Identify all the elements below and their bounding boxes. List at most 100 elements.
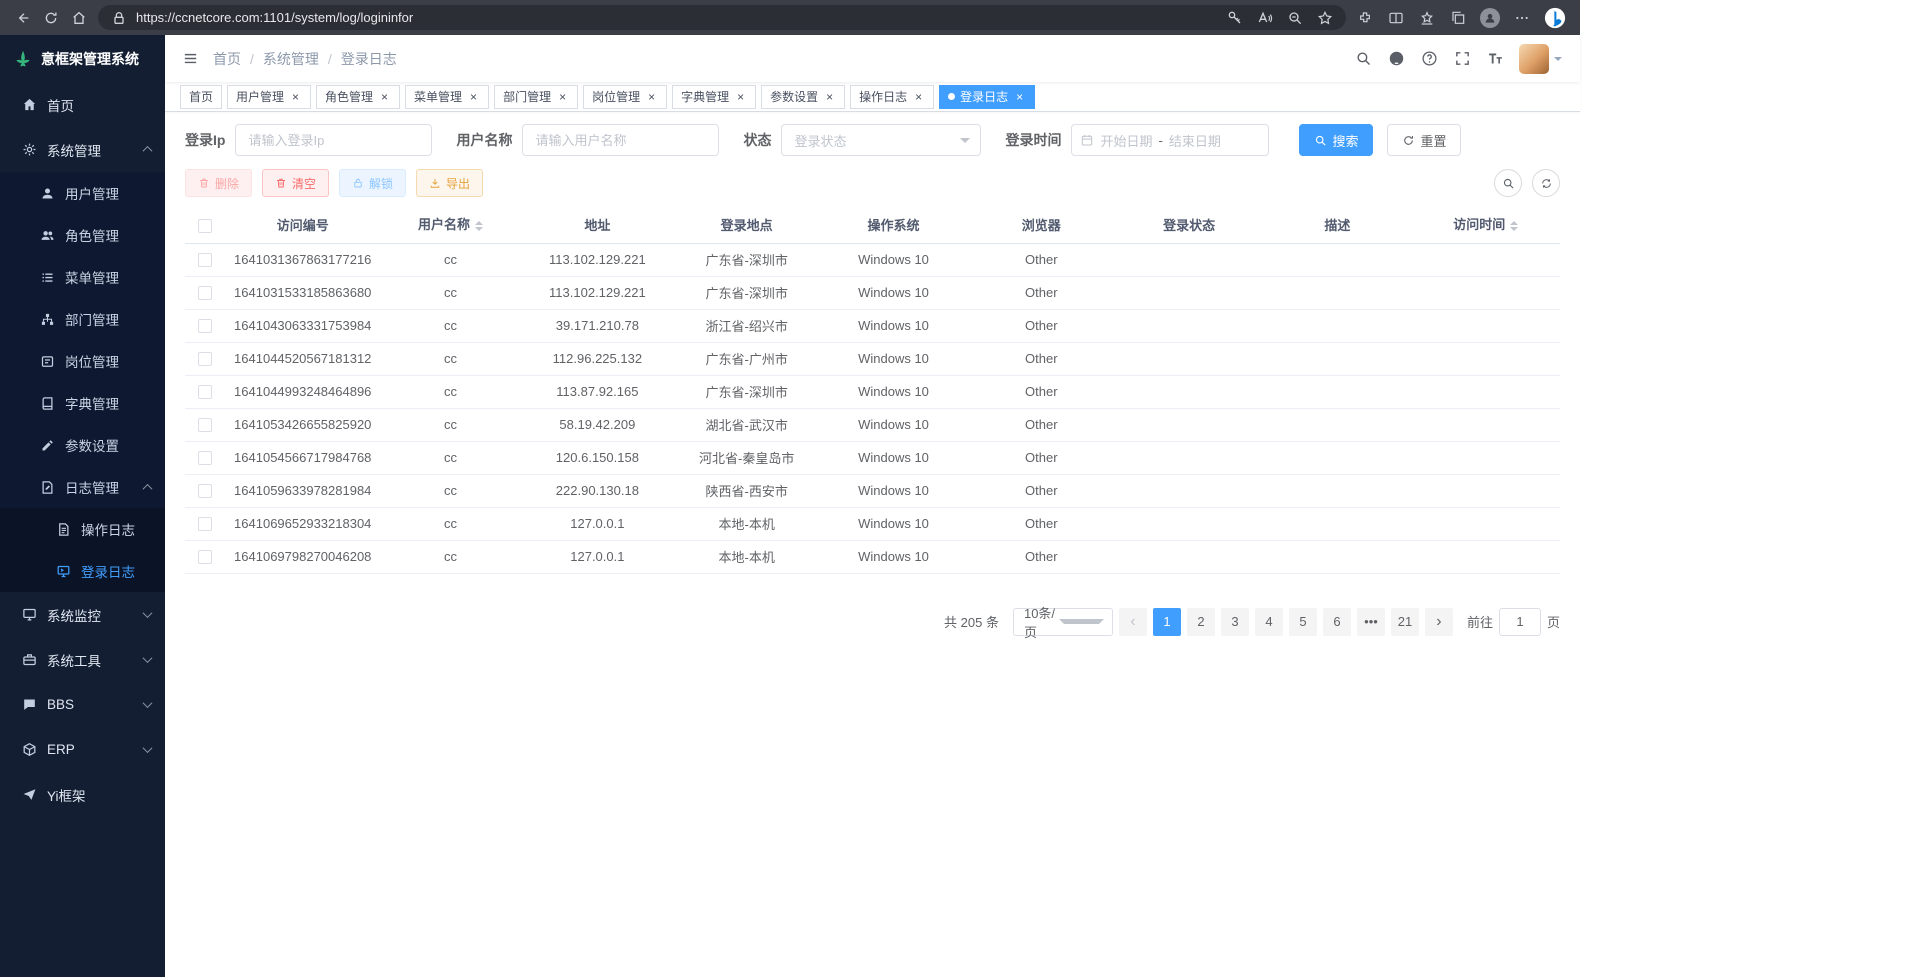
row-checkbox[interactable] bbox=[198, 418, 212, 432]
status-select[interactable]: 登录状态 bbox=[781, 124, 981, 156]
reset-button[interactable]: 重置 bbox=[1387, 124, 1461, 156]
refresh-table-button[interactable] bbox=[1532, 169, 1560, 197]
header-search-icon[interactable] bbox=[1354, 50, 1372, 68]
sidebar-item[interactable]: 系统工具 bbox=[0, 637, 165, 682]
row-checkbox[interactable] bbox=[198, 550, 212, 564]
row-checkbox[interactable] bbox=[198, 484, 212, 498]
favorites-bar-icon[interactable] bbox=[1418, 9, 1436, 27]
site-info-lock-icon[interactable] bbox=[110, 9, 128, 27]
browser-back-icon[interactable] bbox=[14, 9, 32, 27]
browser-profile-avatar[interactable] bbox=[1480, 8, 1500, 28]
username-input[interactable] bbox=[522, 124, 719, 156]
sidebar-item[interactable]: ERP bbox=[0, 727, 165, 772]
tab[interactable]: 岗位管理 bbox=[583, 85, 667, 109]
page-size-select[interactable]: 10条/页 bbox=[1013, 608, 1113, 636]
goto-page-input[interactable] bbox=[1499, 608, 1541, 636]
tab[interactable]: 参数设置 bbox=[761, 85, 845, 109]
help-question-icon[interactable] bbox=[1420, 50, 1438, 68]
user-avatar[interactable] bbox=[1519, 44, 1549, 74]
sidebar-item[interactable]: 字典管理 bbox=[0, 382, 165, 424]
page-number-button[interactable]: 6 bbox=[1323, 608, 1351, 636]
date-range-picker[interactable]: 开始日期 - 结束日期 bbox=[1071, 124, 1269, 156]
sidebar-item[interactable]: 参数设置 bbox=[0, 424, 165, 466]
tab[interactable]: 角色管理 bbox=[316, 85, 400, 109]
sidebar-item[interactable]: 角色管理 bbox=[0, 214, 165, 256]
github-icon[interactable] bbox=[1387, 50, 1405, 68]
tab-close-icon[interactable] bbox=[912, 90, 925, 103]
page-number-button[interactable]: 21 bbox=[1391, 608, 1419, 636]
password-key-icon[interactable] bbox=[1226, 9, 1244, 27]
breadcrumb-item[interactable]: 登录日志 bbox=[341, 49, 397, 69]
breadcrumb-item[interactable]: 首页 bbox=[213, 49, 263, 69]
sort-carets-icon[interactable] bbox=[475, 217, 483, 235]
tab-close-icon[interactable] bbox=[1013, 90, 1026, 103]
user-avatar-menu[interactable] bbox=[1519, 44, 1562, 74]
zoom-icon[interactable] bbox=[1286, 9, 1304, 27]
sidebar-item[interactable]: 岗位管理 bbox=[0, 340, 165, 382]
delete-button[interactable]: 删除 bbox=[185, 169, 252, 197]
page-number-button[interactable]: 3 bbox=[1221, 608, 1249, 636]
tab[interactable]: 首页 bbox=[180, 85, 222, 109]
row-checkbox[interactable] bbox=[198, 286, 212, 300]
tab-close-icon[interactable] bbox=[467, 90, 480, 103]
tab[interactable]: 用户管理 bbox=[227, 85, 311, 109]
select-all-checkbox[interactable] bbox=[198, 219, 212, 233]
row-checkbox[interactable] bbox=[198, 451, 212, 465]
app-logo[interactable]: 意框架管理系统 bbox=[0, 35, 165, 82]
breadcrumb-item[interactable]: 系统管理 bbox=[263, 49, 341, 69]
sort-carets-icon[interactable] bbox=[1510, 217, 1518, 235]
sidebar-item[interactable]: 菜单管理 bbox=[0, 256, 165, 298]
sidebar-item[interactable]: Yi框架 bbox=[0, 772, 165, 817]
clear-button[interactable]: 清空 bbox=[262, 169, 329, 197]
login-ip-input[interactable] bbox=[235, 124, 432, 156]
row-checkbox[interactable] bbox=[198, 319, 212, 333]
copilot-bing-icon[interactable] bbox=[1544, 7, 1566, 29]
address-bar[interactable]: https://ccnetcore.com:1101/system/log/lo… bbox=[98, 5, 1346, 30]
row-checkbox[interactable] bbox=[198, 352, 212, 366]
page-number-button[interactable]: 2 bbox=[1187, 608, 1215, 636]
tab-close-icon[interactable] bbox=[734, 90, 747, 103]
tab-close-icon[interactable] bbox=[289, 90, 302, 103]
tab-close-icon[interactable] bbox=[645, 90, 658, 103]
sidebar-item[interactable]: 用户管理 bbox=[0, 172, 165, 214]
collections-icon[interactable] bbox=[1449, 9, 1467, 27]
page-number-button[interactable]: 4 bbox=[1255, 608, 1283, 636]
tab[interactable]: 部门管理 bbox=[494, 85, 578, 109]
unlock-button[interactable]: 解锁 bbox=[339, 169, 406, 197]
page-number-button[interactable]: 5 bbox=[1289, 608, 1317, 636]
read-aloud-icon[interactable] bbox=[1256, 9, 1274, 27]
row-checkbox[interactable] bbox=[198, 253, 212, 267]
export-button[interactable]: 导出 bbox=[416, 169, 483, 197]
favorites-star-icon[interactable] bbox=[1316, 9, 1334, 27]
sidebar-item[interactable]: 部门管理 bbox=[0, 298, 165, 340]
browser-home-icon[interactable] bbox=[70, 9, 88, 27]
next-page-button[interactable] bbox=[1425, 608, 1453, 636]
font-size-icon[interactable] bbox=[1486, 50, 1504, 68]
tab[interactable]: 操作日志 bbox=[850, 85, 934, 109]
page-number-button[interactable]: 1 bbox=[1153, 608, 1181, 636]
sidebar-item[interactable]: 操作日志 bbox=[0, 508, 165, 550]
tab-close-icon[interactable] bbox=[378, 90, 391, 103]
tab[interactable]: 菜单管理 bbox=[405, 85, 489, 109]
page-number-button[interactable]: ••• bbox=[1357, 608, 1385, 636]
row-checkbox[interactable] bbox=[198, 517, 212, 531]
row-checkbox[interactable] bbox=[198, 385, 212, 399]
tab-close-icon[interactable] bbox=[556, 90, 569, 103]
url-text[interactable]: https://ccnetcore.com:1101/system/log/lo… bbox=[136, 10, 1218, 25]
extensions-icon[interactable] bbox=[1356, 9, 1374, 27]
tab[interactable]: 字典管理 bbox=[672, 85, 756, 109]
tab-close-icon[interactable] bbox=[823, 90, 836, 103]
toggle-search-button[interactable] bbox=[1494, 169, 1522, 197]
hamburger-icon[interactable] bbox=[181, 50, 199, 68]
sidebar-item[interactable]: BBS bbox=[0, 682, 165, 727]
sidebar-item[interactable]: 系统监控 bbox=[0, 592, 165, 637]
prev-page-button[interactable] bbox=[1119, 608, 1147, 636]
sidebar-item[interactable]: 首页 bbox=[0, 82, 165, 127]
sidebar-item[interactable]: 系统管理 bbox=[0, 127, 165, 172]
fullscreen-icon[interactable] bbox=[1453, 50, 1471, 68]
split-screen-icon[interactable] bbox=[1387, 9, 1405, 27]
tab[interactable]: 登录日志 bbox=[939, 85, 1035, 109]
browser-settings-ellipsis-icon[interactable] bbox=[1513, 9, 1531, 27]
sidebar-item[interactable]: 日志管理 bbox=[0, 466, 165, 508]
browser-refresh-icon[interactable] bbox=[42, 9, 60, 27]
